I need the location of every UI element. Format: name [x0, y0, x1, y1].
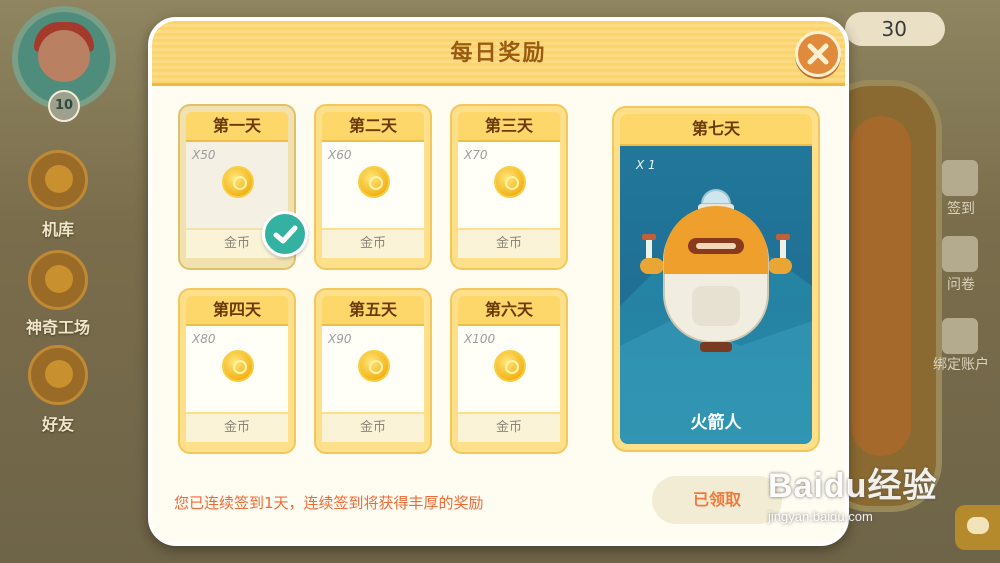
calendar-check-icon[interactable] — [942, 160, 978, 196]
currency-counter: 30 — [845, 12, 945, 46]
day-card-3[interactable]: 第三天 X70 金币 — [450, 104, 568, 270]
prize-qty: X 1 — [636, 158, 656, 172]
factory-icon[interactable] — [28, 250, 88, 310]
day-label: 第六天 — [458, 296, 560, 326]
hangar-icon[interactable] — [28, 150, 88, 210]
signin-notice: 您已连续签到1天，连续签到将获得丰厚的奖励 — [174, 494, 484, 512]
day-label: 第二天 — [322, 112, 424, 142]
right-menu-label-survey: 问卷 — [947, 277, 975, 293]
day-card-6[interactable]: 第六天 X100 金币 — [450, 288, 568, 454]
chat-icon[interactable] — [955, 505, 1000, 550]
reward-qty: X100 — [464, 332, 496, 346]
side-menu-label-factory: 神奇工场 — [25, 318, 90, 337]
side-menu-label-hangar: 机库 — [41, 220, 74, 239]
gold-coin-icon — [494, 166, 526, 198]
reward-qty: X90 — [328, 332, 352, 346]
right-menu-label-bind-account: 绑定账户 — [933, 357, 989, 373]
gold-coin-icon — [358, 350, 390, 382]
dialog-body: 第一天 X50 金币 第二天 X60 金币 第三天 X70 金币 第四天 X80… — [152, 86, 845, 542]
day-label: 第五天 — [322, 296, 424, 326]
dialog-header: 每日奖励 — [152, 21, 845, 86]
day-card-2[interactable]: 第二天 X60 金币 — [314, 104, 432, 270]
gold-coin-icon — [494, 350, 526, 382]
baidu-watermark: Baidu经验 jingyan.baidu.com — [768, 458, 937, 524]
bird-icon[interactable] — [942, 236, 978, 272]
id-card-icon[interactable] — [942, 318, 978, 354]
reward-qty: X50 — [192, 148, 216, 162]
prize-scene: X 1 火箭人 — [620, 146, 812, 444]
close-icon — [807, 43, 829, 65]
gold-coin-icon — [358, 166, 390, 198]
reward-name: 金币 — [458, 230, 560, 258]
reward-name: 金币 — [322, 414, 424, 442]
close-button[interactable] — [795, 31, 841, 77]
friends-icon[interactable] — [28, 345, 88, 405]
side-menu-label-friends: 好友 — [41, 415, 74, 434]
daily-reward-dialog: 每日奖励 第一天 X50 金币 第二天 X60 金币 第三天 X70 金币 第四… — [148, 17, 849, 546]
watermark-url: jingyan.baidu.com — [768, 509, 873, 524]
reward-name: 金币 — [458, 414, 560, 442]
day-card-7[interactable]: 第七天 X 1 火箭人 — [612, 106, 820, 452]
day-label: 第七天 — [620, 114, 812, 146]
dialog-title: 每日奖励 — [450, 41, 547, 66]
day-label: 第三天 — [458, 112, 560, 142]
reward-qty: X80 — [192, 332, 216, 346]
day-card-5[interactable]: 第五天 X90 金币 — [314, 288, 432, 454]
gold-coin-icon — [222, 350, 254, 382]
claimed-button[interactable]: 已领取 — [652, 476, 782, 524]
prize-name: 火箭人 — [690, 413, 742, 433]
watermark-brand: Baidu经验 — [768, 467, 938, 505]
right-menu-label-signin: 签到 — [947, 201, 975, 217]
day-card-4[interactable]: 第四天 X80 金币 — [178, 288, 296, 454]
player-level-badge: 10 — [48, 90, 80, 122]
reward-qty: X60 — [328, 148, 352, 162]
claimed-check-icon — [262, 211, 308, 257]
reward-name: 金币 — [186, 414, 288, 442]
reward-qty: X70 — [464, 148, 488, 162]
rocket-man-icon — [620, 189, 812, 444]
reward-name: 金币 — [322, 230, 424, 258]
day-label: 第四天 — [186, 296, 288, 326]
gold-coin-icon — [222, 166, 254, 198]
day-label: 第一天 — [186, 112, 288, 142]
